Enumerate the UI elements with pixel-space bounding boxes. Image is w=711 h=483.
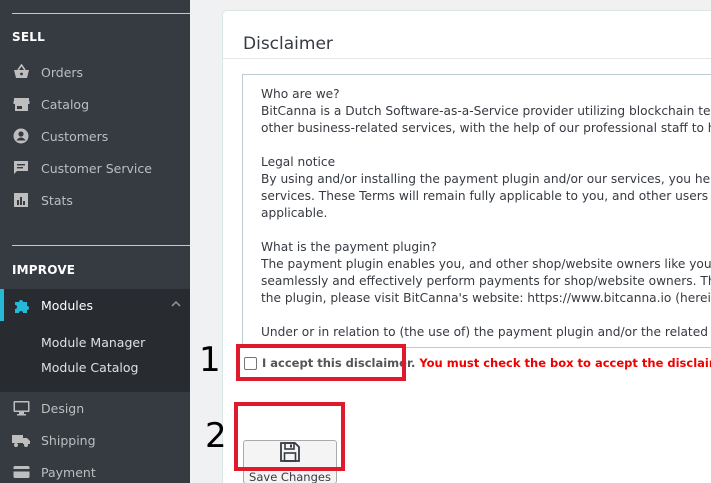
sidebar-divider [12,245,190,246]
disclaimer-line: services. These Terms will remain fully … [261,189,711,203]
disclaimer-paragraph: Under or in relation to (the use of) the… [261,324,711,341]
sidebar-item-label: Modules [41,297,93,313]
submenu-item-module-catalog[interactable]: Module Catalog [41,360,138,380]
annotation-number-1: 1 [199,340,221,380]
accept-warning-text: You must check the box to accept the dis… [419,356,711,370]
puzzle-icon [12,296,30,314]
disclaimer-text: Who are we? BitCanna is a Dutch Software… [261,86,711,347]
sidebar-item-modules[interactable]: Modules [0,289,190,321]
content-gutter [190,0,222,483]
panel-divider [223,58,711,59]
credit-card-icon [12,463,30,481]
sidebar-item-label: Customer Service [41,160,152,176]
bar-chart-icon [12,191,30,209]
disclaimer-line: The payment plugin enables you, and othe… [261,257,711,271]
modules-submenu [0,321,190,392]
sidebar-item-design[interactable]: Design [0,392,190,424]
sidebar-item-label: Catalog [41,96,90,112]
highlight-box-accept [236,344,406,381]
disclaimer-line: Legal notice [261,155,336,169]
monitor-icon [12,399,30,417]
sidebar-item-payment[interactable]: Payment [0,456,190,483]
sidebar-item-orders[interactable]: Orders [0,56,190,88]
disclaimer-line: applicable. [261,206,328,220]
store-icon [12,95,30,113]
panel-title: Disclaimer [243,34,333,54]
disclaimer-line: By using and/or installing the payment p… [261,172,711,186]
highlight-box-save [234,402,345,471]
disclaimer-line: seamlessly and effectively perform payme… [261,274,711,288]
save-changes-label: Save Changes [249,470,331,483]
submenu-item-module-manager[interactable]: Module Manager [41,335,145,355]
disclaimer-textarea[interactable]: Who are we? BitCanna is a Dutch Software… [242,74,711,348]
sidebar-item-label: Payment [41,464,96,480]
sidebar-section-improve: IMPROVE [12,263,76,277]
sidebar-item-label: Design [41,400,85,416]
sidebar-item-label: Customers [41,128,109,144]
disclaimer-paragraph: Legal notice By using and/or installing … [261,154,711,222]
sidebar-item-label: Shipping [41,432,96,448]
chat-icon [12,159,30,177]
sidebar-item-shipping[interactable]: Shipping [0,424,190,456]
chevron-up-icon [170,298,182,313]
sidebar-item-stats[interactable]: Stats [0,184,190,216]
disclaimer-line: BitCanna is a Dutch Software-as-a-Servic… [261,104,711,118]
truck-icon [12,431,30,449]
sidebar-item-label: Stats [41,192,73,208]
sidebar-section-sell: SELL [12,30,45,44]
disclaimer-line: other business-related services, with th… [261,121,711,135]
sidebar-item-customer-service[interactable]: Customer Service [0,152,190,184]
basket-icon [12,63,30,81]
annotation-number-2: 2 [205,416,227,456]
disclaimer-paragraph: What is the payment plugin? The payment … [261,239,711,307]
disclaimer-line: the plugin, please visit BitCanna's webs… [261,291,711,305]
disclaimer-paragraph: Who are we? BitCanna is a Dutch Software… [261,86,711,137]
sidebar-divider [12,13,190,14]
sidebar: SELL Orders Catalog Customers Customer S… [0,0,190,483]
disclaimer-line: What is the payment plugin? [261,240,437,254]
sidebar-item-label: Orders [41,64,84,80]
sidebar-item-customers[interactable]: Customers [0,120,190,152]
disclaimer-line: Who are we? [261,87,340,101]
disclaimer-line: Under or in relation to (the use of) the… [261,325,711,339]
sidebar-item-catalog[interactable]: Catalog [0,88,190,120]
account-circle-icon [12,127,30,145]
